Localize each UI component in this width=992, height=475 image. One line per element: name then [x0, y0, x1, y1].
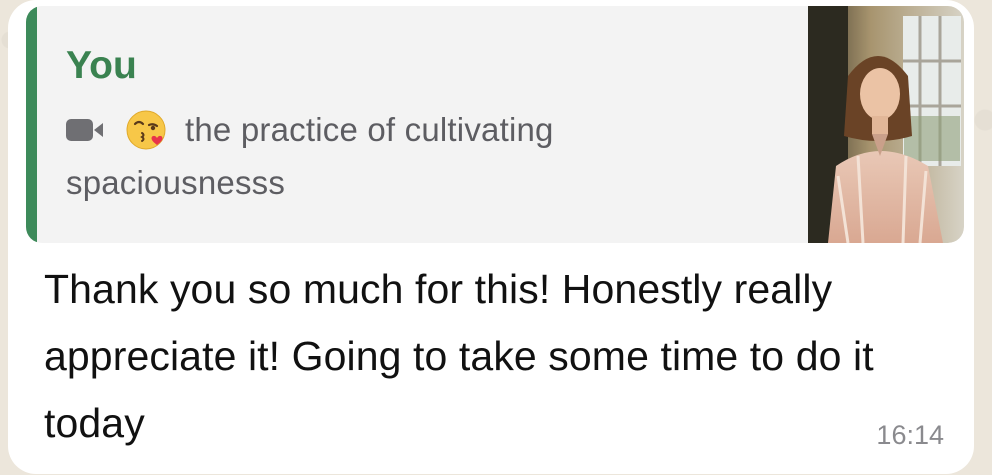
quote-preview-line: the practice of cultivating [66, 108, 554, 152]
video-thumbnail-image[interactable] [808, 6, 964, 243]
quote-text-line1: the practice of cultivating [185, 111, 554, 148]
quote-accent-bar [26, 6, 37, 243]
quote-text-line2: spaciousnesss [66, 164, 286, 201]
video-camera-icon [66, 117, 103, 143]
message-bubble[interactable]: You the practice of cultivating spacious… [8, 0, 974, 474]
reply-quote[interactable]: You the practice of cultivating spacious… [26, 6, 964, 243]
face-blowing-kiss-icon [126, 110, 166, 150]
message-timestamp: 16:14 [876, 420, 944, 450]
quote-author: You [66, 44, 137, 87]
message-text: Thank you so much for this! Honestly rea… [44, 266, 874, 446]
